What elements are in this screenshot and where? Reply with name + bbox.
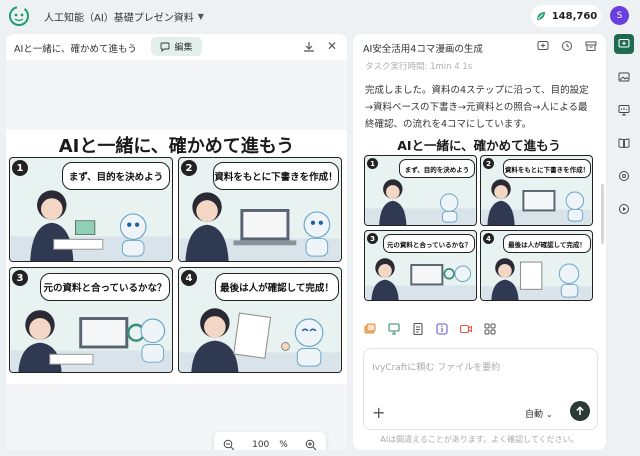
top-bar: 人工知能（AI）基礎プレゼン資料 ▼ 148,760 S [0,0,640,32]
chevron-down-icon: ⌄ [545,410,553,419]
chat-panel: AI安全活用4コマ漫画の生成 タスク実行時間: 1min 4 1s 完成しました… [353,34,606,450]
compass-icon [619,171,629,181]
sidebar-item-book[interactable] [614,133,634,153]
image-icon [618,72,630,82]
disclaimer-text: AIは間違えることがあります。よく確認してください。 [380,435,579,444]
credits-count: 148,760 [551,10,598,22]
app-logo-icon[interactable] [8,5,30,27]
edit-button[interactable]: 編集 [151,37,202,56]
close-icon[interactable]: ✕ [326,40,338,52]
speech-bubble: まず、目的を決めよう [399,159,475,178]
speech-bubble: 元の資料と合っているかな？ [40,273,170,301]
panel-number: 1 [12,160,28,176]
task-title: AI安全活用4コマ漫画の生成 [363,44,483,55]
manga-image-large: AIと一緒に、確かめて進もう 1 まず、目的を決めよう 2 資料をもとに下書きを… [6,130,347,384]
panel-number: 2 [181,160,197,176]
add-comment-icon[interactable] [537,40,549,52]
thumbnail-panel-3: 3 元の資料と合っているかな？ [364,230,477,301]
speech-bubble: 資料をもとに下書きを作成！ [503,159,591,178]
panel-number: 3 [12,270,28,286]
preview-title: AIと一緒に、確かめて進もう [14,44,137,55]
thumbnail-manga-title: AIと一緒に、確かめて進もう [397,138,561,153]
scrollbar[interactable] [601,184,604,244]
speech-bubble: 最後は人が確認して完成！ [503,234,591,253]
zoom-in-icon[interactable] [305,439,317,450]
sidebar-item-slides[interactable] [614,100,634,120]
slides-tool-icon[interactable] [387,322,401,336]
sidebar-item-image[interactable] [614,67,634,87]
assistant-message: 完成しました。資料の4ステップに沿って、目的設定→資料ベースの下書き→元資料との… [365,85,589,130]
panel-number: 1 [367,158,378,169]
chat-input-placeholder[interactable]: IvyCraftに頼む ファイルを要約 [372,360,500,373]
model-select-label: 自動 [525,410,544,420]
preview-panel: AIと一緒に、確かめて進もう 編集 ✕ AIと一緒に、確かめて進もう 1 まず、… [6,34,347,450]
send-button[interactable] [570,401,590,421]
layers-icon[interactable] [363,322,377,336]
video-tool-icon[interactable] [459,322,473,336]
zoom-value: 100 [252,440,270,450]
grid-tool-icon[interactable] [483,322,497,336]
zoom-unit: % [279,440,288,450]
chat-icon [618,38,630,48]
zoom-value-group[interactable]: 100 % [252,440,288,450]
book-icon [618,138,630,149]
document-title-dropdown[interactable]: 人工知能（AI）基礎プレゼン資料 ▼ [44,9,204,24]
video-icon [619,204,629,214]
download-icon[interactable] [302,40,316,54]
history-icon[interactable] [561,40,573,52]
speech-bubble: 最後は人が確認して完成！ [215,273,339,301]
manga-panel-4: 4 最後は人が確認して完成！ [178,267,342,373]
speech-bubble: 元の資料と合っているかな？ [383,234,475,253]
thumbnail-panel-1: 1 まず、目的を決めよう [364,155,477,226]
preview-content: AIと一緒に、確かめて進もう 1 まず、目的を決めよう 2 資料をもとに下書きを… [6,60,347,450]
manga-panel-3: 3 元の資料と合っているかな？ [9,267,173,373]
chat-input-box[interactable]: IvyCraftに頼む ファイルを要約 + 自動 ⌄ [363,348,598,430]
preview-header: AIと一緒に、確かめて進もう 編集 ✕ [6,34,347,60]
panel-number: 3 [367,233,378,244]
manga-panel-2: 2 資料をもとに下書きを作成！ [178,157,342,262]
add-attachment-icon[interactable]: + [372,403,385,422]
speech-bubble: 資料をもとに下書きを作成！ [213,162,339,190]
thumbnail-panel-4: 4 最後は人が確認して完成！ [480,230,593,301]
manga-title: AIと一緒に、確かめて進もう [58,136,295,157]
info-tool-icon[interactable] [435,322,449,336]
document-tool-icon[interactable] [411,322,425,336]
zoom-out-icon[interactable] [223,439,235,450]
sidebar-item-video[interactable] [614,199,634,219]
thumbnail-panel-2: 2 資料をもとに下書きを作成！ [480,155,593,226]
manga-thumbnail[interactable]: AIと一緒に、確かめて進もう 1 まず、目的を決めよう 2 資料をもとに下書きを… [363,135,595,303]
panel-number: 4 [483,233,494,244]
zoom-controls: 100 % [214,432,326,450]
panel-number: 2 [483,158,494,169]
sidebar-item-compass[interactable] [614,166,634,186]
slides-icon [618,105,630,116]
model-select[interactable]: 自動 ⌄ [525,407,553,420]
document-title: 人工知能（AI）基礎プレゼン資料 [44,13,194,24]
credits-badge[interactable]: 148,760 [531,5,601,27]
speech-bubble: まず、目的を決めよう [62,162,170,190]
chevron-down-icon: ▼ [197,12,204,21]
tool-row [363,322,497,336]
archive-icon[interactable] [585,40,597,52]
arrow-up-icon [576,406,584,415]
edit-label: 編集 [174,43,193,53]
leaf-icon [536,12,545,20]
panel-number: 4 [181,270,197,286]
user-avatar[interactable]: S [610,6,629,25]
manga-panel-1: 1 まず、目的を決めよう [9,157,173,262]
comment-edit-icon [161,42,170,52]
sidebar-item-chat[interactable] [614,34,634,54]
task-duration-text: タスク実行時間: 1min 4 1s [365,62,473,72]
